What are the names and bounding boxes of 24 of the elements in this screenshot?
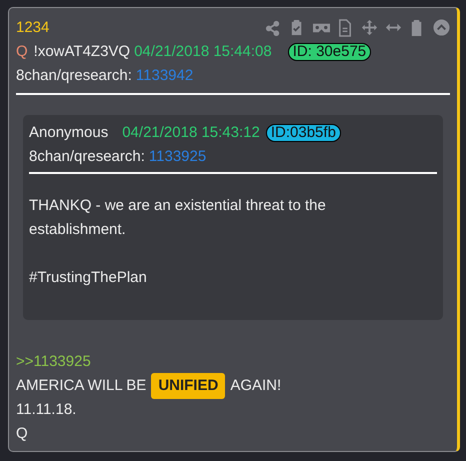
quote-text: THANKQ - we are an existential threat to the establishment. <box>29 196 327 240</box>
share-icon[interactable] <box>265 19 282 37</box>
post-link[interactable]: 1133942 <box>136 64 194 88</box>
post-link[interactable]: 1133925 <box>148 145 206 169</box>
scroll-up-icon[interactable] <box>433 19 450 37</box>
move-icon[interactable] <box>361 19 378 37</box>
message-text: AGAIN! <box>230 376 282 396</box>
message-text: Q <box>16 424 28 444</box>
board-name: 8chan/qresearch: <box>16 66 132 86</box>
board-name: 8chan/qresearch: <box>29 147 145 167</box>
id-badge: ID: 30e575 <box>288 43 372 61</box>
post-number: 1234 <box>16 18 50 38</box>
timestamp: 04/21/2018 15:44:08 <box>134 42 272 62</box>
author-name: Q <box>16 42 28 62</box>
message-text: AMERICA WILL BE <box>16 376 146 396</box>
id-badge: ID:03b5fb <box>266 124 341 142</box>
tripcode: !xowAT4Z3VQ <box>34 42 130 62</box>
author-name: Anonymous <box>29 123 108 143</box>
reply-link[interactable]: >>1133925 <box>16 353 91 370</box>
timestamp: 04/21/2018 15:43:12 <box>122 123 260 143</box>
highlighted-word: UNIFIED <box>151 373 226 399</box>
quote-text: #TrustingThePlan <box>29 268 148 288</box>
file-icon[interactable] <box>337 19 354 37</box>
message-text: 11.11.18. <box>16 400 76 420</box>
